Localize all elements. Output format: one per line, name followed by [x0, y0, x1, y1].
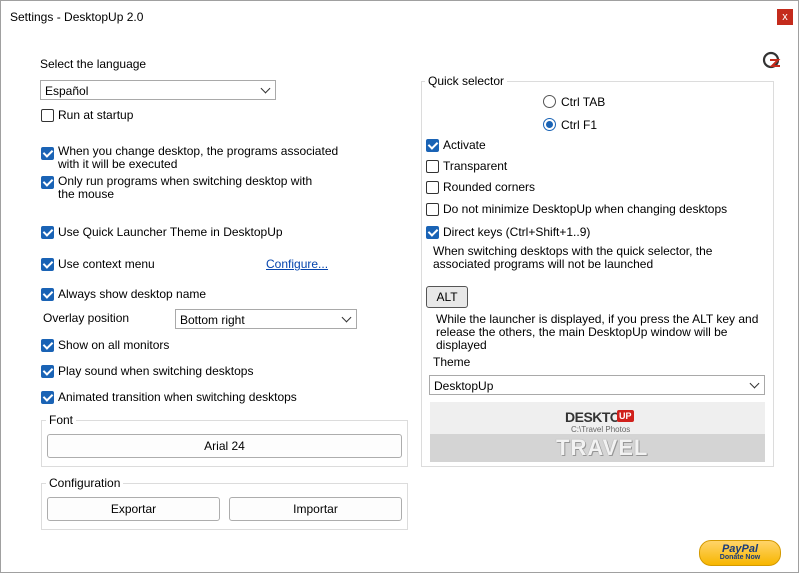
export-button[interactable]: Exportar: [47, 497, 220, 521]
window-title: Settings - DesktopUp 2.0: [10, 10, 144, 24]
theme-select[interactable]: DesktopUp: [429, 375, 765, 395]
language-select[interactable]: Español: [40, 80, 276, 100]
always-show-name-checkbox[interactable]: [41, 288, 54, 301]
play-sound-label: Play sound when switching desktops: [58, 364, 254, 378]
overlay-position-select[interactable]: Bottom right: [175, 309, 357, 329]
run-at-startup-label: Run at startup: [58, 108, 134, 122]
play-sound-checkbox[interactable]: [41, 365, 54, 378]
animated-transition-checkbox[interactable]: [41, 391, 54, 404]
quick-launcher-theme-label: Use Quick Launcher Theme in DesktopUp: [58, 225, 283, 239]
direct-keys-note: When switching desktops with the quick s…: [433, 244, 713, 271]
chevron-down-icon: [341, 312, 352, 323]
language-label: Select the language: [40, 57, 147, 71]
paypal-donate-button[interactable]: PayPal Donate Now: [699, 540, 781, 566]
quick-launcher-theme-checkbox[interactable]: [41, 226, 54, 239]
app-logo-icon: [762, 51, 781, 69]
context-menu-label: Use context menu: [58, 257, 155, 271]
preview-logo-badge: UP: [617, 410, 634, 422]
always-show-name-label: Always show desktop name: [58, 287, 207, 301]
ctrl-f1-radio[interactable]: [543, 118, 556, 131]
context-menu-checkbox[interactable]: [41, 258, 54, 271]
ctrl-f1-label: Ctrl F1: [561, 118, 597, 132]
animated-transition-label: Animated transition when switching deskt…: [58, 390, 297, 404]
theme-preview: DESKTOP UP C:\Travel Photos TRAVEL: [430, 402, 765, 462]
title-bar: Settings - DesktopUp 2.0 x: [1, 1, 798, 32]
theme-label: Theme: [433, 355, 471, 369]
chevron-down-icon: [749, 378, 760, 389]
quick-selector-title: Quick selector: [425, 74, 508, 88]
run-programs-label: When you change desktop, the programs as…: [58, 144, 339, 171]
run-programs-checkbox[interactable]: [41, 147, 54, 160]
font-group-title: Font: [46, 413, 77, 427]
activate-checkbox[interactable]: [426, 139, 439, 152]
no-minimize-label: Do not minimize DesktopUp when changing …: [443, 202, 728, 216]
rounded-corners-label: Rounded corners: [443, 180, 536, 194]
settings-window: Settings - DesktopUp 2.0 x Select the la…: [0, 0, 799, 573]
direct-keys-checkbox[interactable]: [426, 226, 439, 239]
configure-link[interactable]: Configure...: [266, 257, 328, 271]
only-run-mouse-checkbox[interactable]: [41, 176, 54, 189]
theme-value: DesktopUp: [434, 379, 494, 393]
transparent-label: Transparent: [443, 159, 508, 173]
show-all-monitors-label: Show on all monitors: [58, 338, 170, 352]
overlay-position-value: Bottom right: [180, 313, 245, 327]
language-value: Español: [45, 84, 89, 98]
run-at-startup-checkbox[interactable]: [41, 109, 54, 122]
direct-keys-label: Direct keys (Ctrl+Shift+1..9): [443, 225, 591, 239]
ctrl-tab-radio[interactable]: [543, 95, 556, 108]
overlay-position-label: Overlay position: [43, 311, 130, 325]
paypal-donate-label: Donate Now: [719, 554, 761, 561]
only-run-mouse-label: Only run programs when switching desktop…: [58, 174, 313, 201]
activate-label: Activate: [443, 138, 486, 152]
configuration-group-title: Configuration: [46, 476, 124, 490]
preview-name: TRAVEL: [556, 435, 649, 460]
ctrl-tab-label: Ctrl TAB: [561, 95, 606, 109]
transparent-checkbox[interactable]: [426, 160, 439, 173]
close-button[interactable]: x: [777, 9, 793, 25]
no-minimize-checkbox[interactable]: [426, 203, 439, 216]
rounded-corners-checkbox[interactable]: [426, 181, 439, 194]
preview-path: C:\Travel Photos: [571, 425, 631, 434]
alt-button[interactable]: ALT: [426, 286, 468, 308]
import-button[interactable]: Importar: [229, 497, 402, 521]
chevron-down-icon: [260, 83, 271, 94]
font-button[interactable]: Arial 24: [47, 434, 402, 458]
alt-note: While the launcher is displayed, if you …: [436, 312, 759, 352]
show-all-monitors-checkbox[interactable]: [41, 339, 54, 352]
